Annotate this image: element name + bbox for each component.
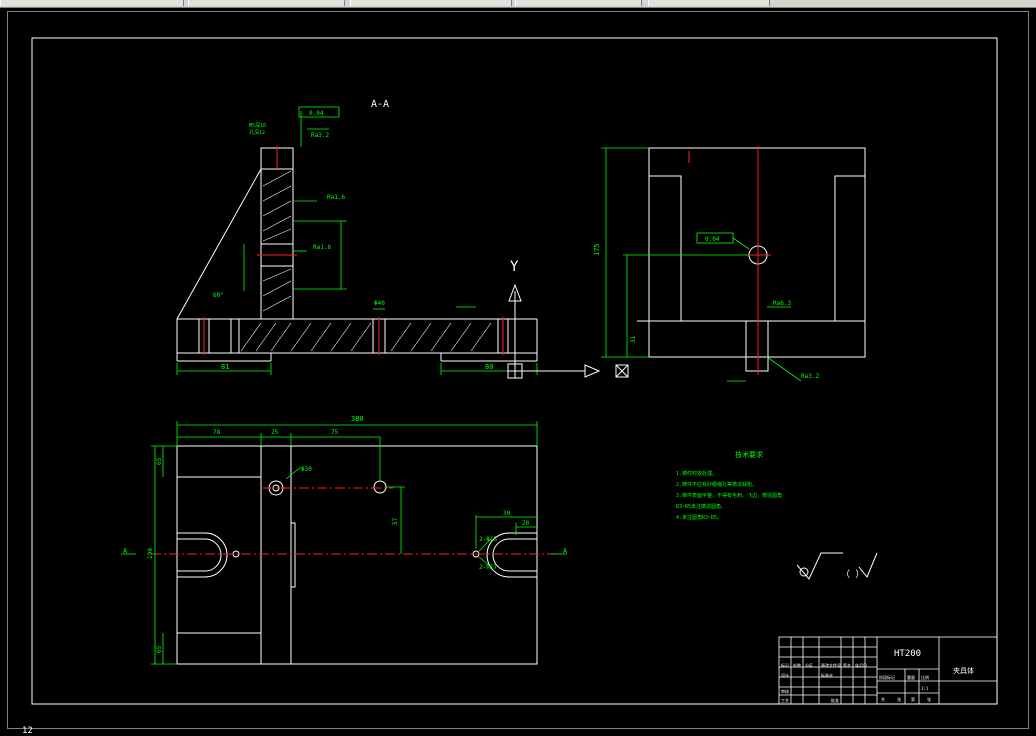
top-dimensions (121, 421, 567, 665)
tech-req-title: 技术要求 (735, 450, 763, 459)
toolbar-segment[interactable] (648, 0, 770, 6)
front-section-view (176, 147, 538, 362)
tb-r3-6: 1:1 (921, 686, 929, 691)
tb-r1-1: 处数 (793, 662, 801, 668)
dim-25: 25 (271, 429, 279, 436)
tb-r2-5: 重量 (907, 674, 915, 680)
dim-380: 380 (351, 415, 364, 423)
tb-r1-5: 年月日 (855, 662, 867, 668)
dim-75: 75 (331, 429, 339, 436)
tb-r1-4: 签名 (843, 662, 851, 668)
toolbar-segment[interactable] (188, 0, 345, 6)
side-tol: 0.04 (705, 236, 720, 243)
dim-78: 78 (213, 429, 221, 436)
side-centerlines (688, 146, 771, 375)
dim-phi15: 2-Φ15 (479, 536, 497, 543)
dim-31: 31 (630, 335, 637, 343)
tech-req-3: 3.铸件表面平整，不得有毛刺、飞边，铸造圆角 (676, 492, 782, 499)
tech-req-2: 2.铸件不应有砂眼缩孔等铸造缺陷。 (676, 481, 757, 488)
tb-r2-0: 设计 (781, 672, 789, 678)
dim-80: 80 (485, 363, 493, 371)
roughness-note: （ ） (841, 569, 864, 580)
dim-57: 57 (392, 517, 399, 525)
tb-r2-2: 标准化 (821, 672, 833, 678)
note-hole: 孔深12 (249, 129, 265, 136)
tb-r2-4: 阶段标记 (879, 674, 895, 680)
tb-r4-2: 批准 (831, 697, 839, 703)
toolbar-strip (0, 0, 1036, 8)
roughness-ra16a: Ra1.6 (327, 194, 345, 201)
section-title: A-A (371, 99, 389, 110)
cad-drawing[interactable]: A-A 81 80 Φ40 60° M5深10 孔深12 0.04 Ra3.2 … (8, 12, 1030, 730)
ucs-y-label: Y (510, 259, 519, 275)
side-view (637, 147, 866, 372)
dim-r17: 2-R17 (479, 564, 497, 571)
tb-r4-7: 张 (927, 696, 931, 702)
tech-req-4: R3~R5未注铸造圆角。 (676, 503, 726, 510)
tech-req-5: 4.未注圆角R3~R5。 (676, 514, 722, 521)
tb-r4-0: 工艺 (781, 698, 789, 703)
tech-req-1: 1.铸件时效处理。 (676, 470, 717, 477)
ucs-icon (507, 283, 601, 379)
material-label: HT200 (894, 649, 921, 659)
side-dimensions (601, 147, 802, 382)
note-m5: M5深10 (249, 122, 266, 129)
roughness-ra16b: Ra1.6 (313, 244, 331, 251)
status-strip: 12 (0, 726, 1036, 736)
section-hatching (240, 170, 492, 352)
tb-r1-3: 更改文件号 (821, 662, 841, 668)
top-view (176, 445, 538, 665)
toolbar-segment[interactable] (0, 0, 184, 6)
dim-190: 190 (147, 548, 154, 559)
dim-65-bottom: 65 (156, 645, 163, 653)
tb-r1-2: 分区 (805, 662, 813, 668)
tb-r4-4: 共 (881, 696, 885, 702)
dim-30: 30 (503, 510, 511, 517)
dim-81: 81 (221, 363, 229, 371)
tb-r1-0: 标记 (781, 662, 789, 668)
dim-175: 175 (593, 243, 601, 256)
tb-r2-6: 比例 (921, 674, 929, 680)
dim-20: 20 (522, 520, 530, 527)
dim-65-top: 65 (156, 457, 163, 465)
roughness-ra63: Ra6.3 (773, 300, 791, 307)
tb-r4-6: 第 (911, 696, 915, 702)
top-centerlines (151, 487, 561, 555)
toolbar-segment[interactable] (515, 0, 642, 6)
roughness-ra32b: Ra3.2 (801, 373, 819, 380)
toolbar-segment[interactable] (350, 0, 512, 6)
drawing-viewport[interactable]: A-A 81 80 Φ40 60° M5深10 孔深12 0.04 Ra3.2 … (7, 11, 1029, 729)
section-mark-right: A (563, 547, 568, 555)
section-centerlines (203, 146, 504, 355)
dim-phi40: Φ40 (374, 300, 385, 307)
part-name-label: 夹具体 (953, 666, 974, 675)
roughness-ra32: Ra3.2 (311, 132, 329, 139)
ucs-x-marker (615, 364, 629, 378)
roughness-symbol (796, 552, 878, 580)
tb-r4-5: 张 (897, 696, 901, 702)
coordinate-readout: 12 (22, 726, 33, 736)
dim-angle: 60° (213, 292, 224, 299)
tb-r3-0: 审核 (781, 688, 789, 694)
tol-box: 0.04 (309, 110, 324, 117)
dim-hole-dia: Φ30 (301, 466, 312, 473)
